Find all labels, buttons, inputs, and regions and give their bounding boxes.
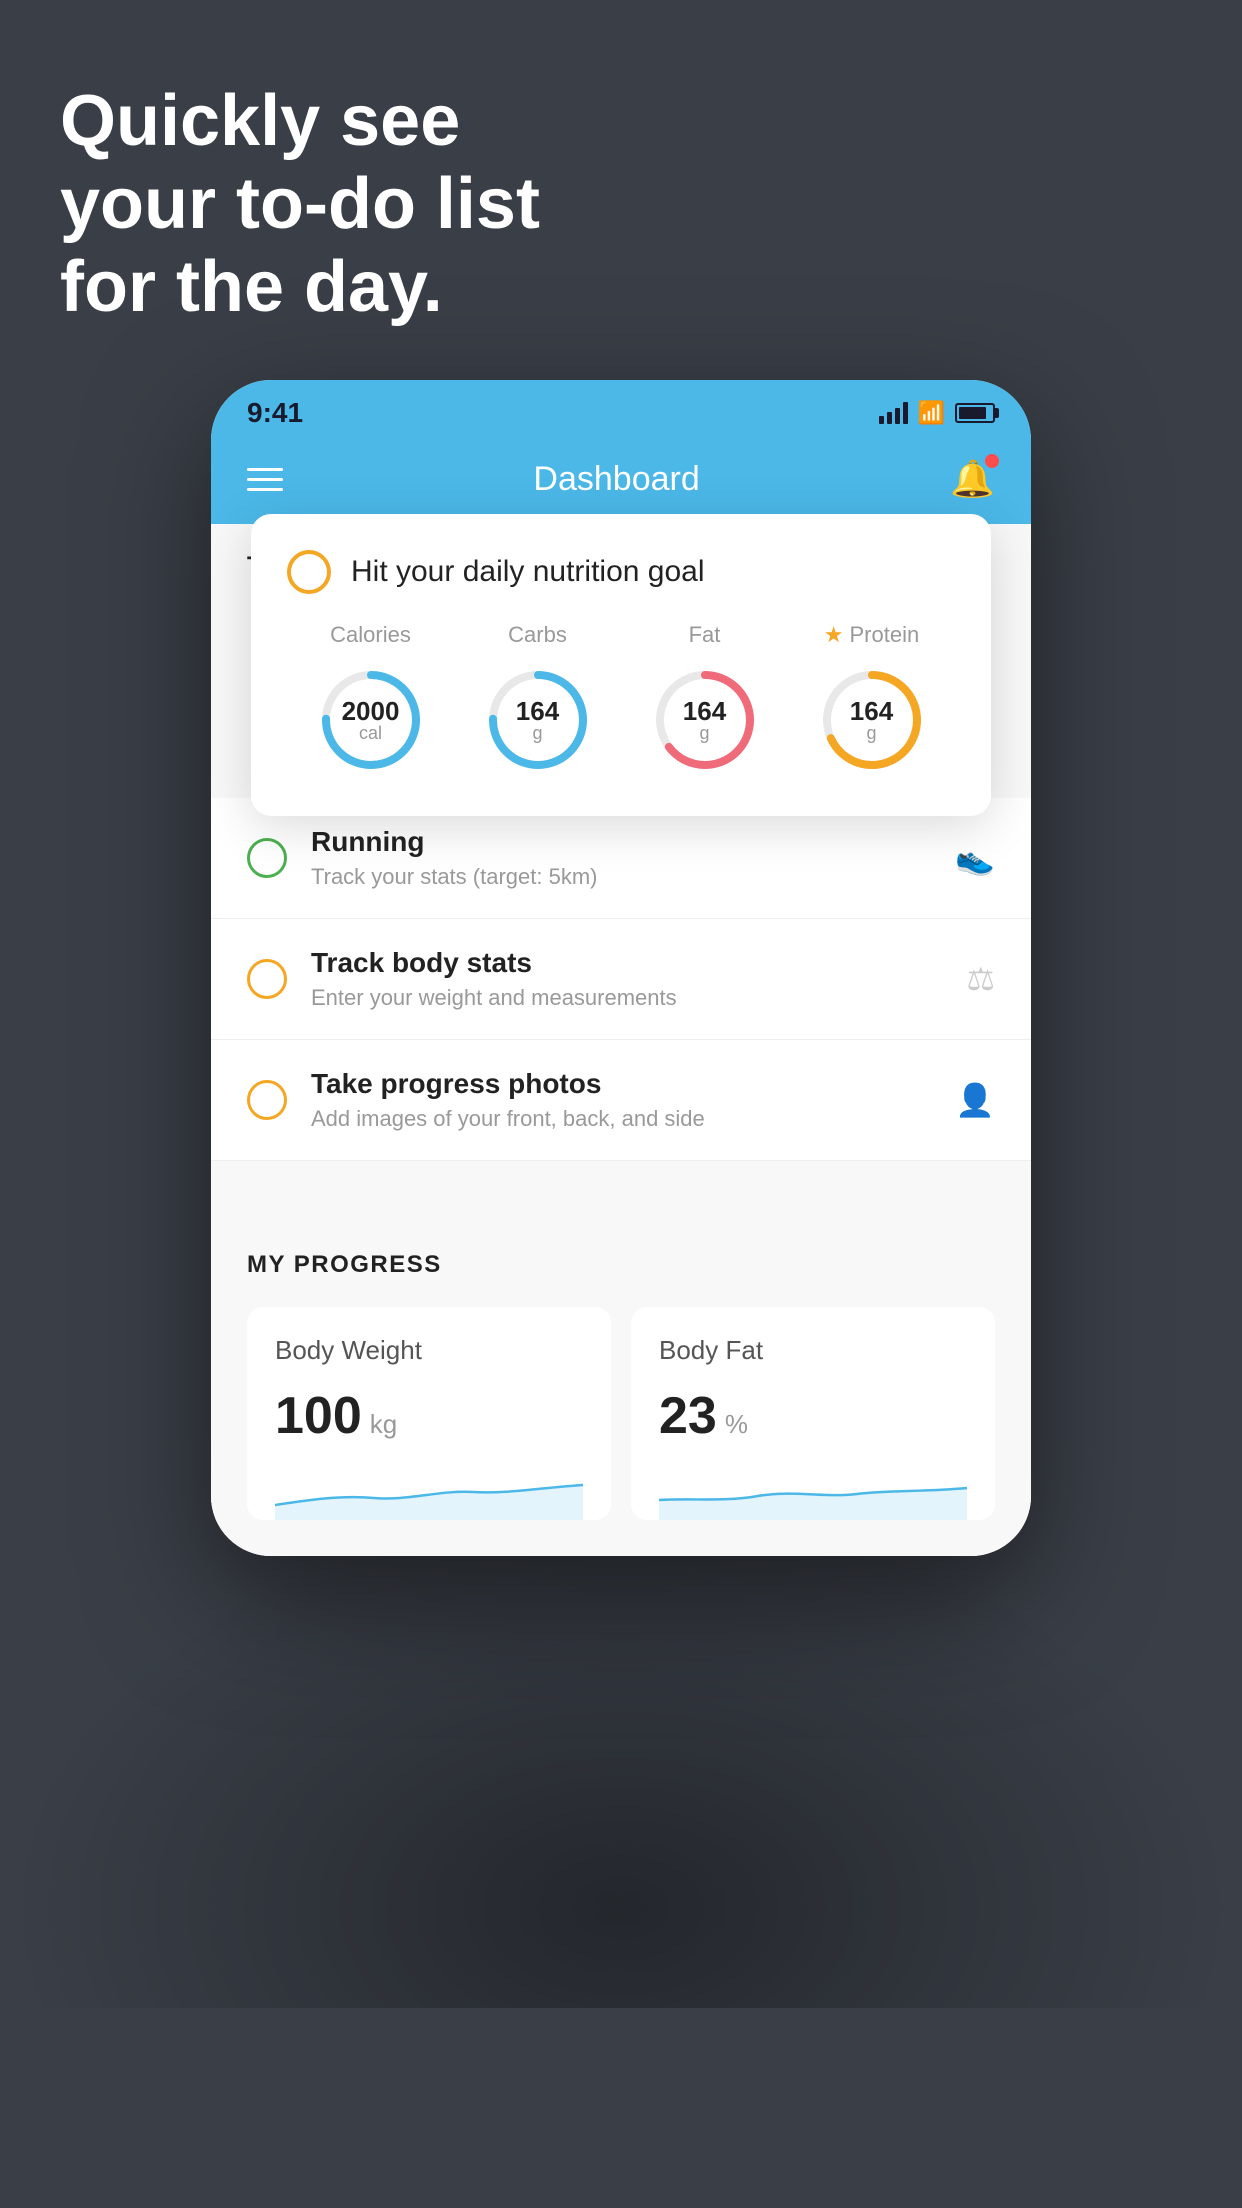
todo-item-running[interactable]: Running Track your stats (target: 5km) 👟 (211, 798, 1031, 919)
body-fat-unit: % (725, 1409, 748, 1440)
nutrition-card: Hit your daily nutrition goal Calories 2… (251, 514, 991, 816)
app-title: Dashboard (533, 460, 699, 499)
carbs-value: 164 (516, 698, 559, 724)
body-weight-chart (275, 1470, 583, 1520)
protein-value: 164 (850, 698, 893, 724)
body-weight-value: 100 (275, 1386, 362, 1446)
progress-title: MY PROGRESS (247, 1251, 995, 1279)
carbs-label: Carbs (508, 622, 567, 648)
todo-list: Running Track your stats (target: 5km) 👟… (211, 798, 1031, 1161)
nutrition-card-title: Hit your daily nutrition goal (351, 555, 705, 589)
hero-line2: your to-do list (60, 163, 540, 246)
body-weight-unit: kg (370, 1409, 397, 1440)
fat-circle: 164 g (645, 660, 765, 780)
hero-text: Quickly see your to-do list for the day. (60, 80, 540, 328)
body-fat-card[interactable]: Body Fat 23 % (631, 1307, 995, 1520)
nutrition-card-header: Hit your daily nutrition goal (287, 550, 955, 594)
fat-value: 164 (683, 698, 726, 724)
body-stats-text: Track body stats Enter your weight and m… (311, 947, 942, 1011)
signal-icon (879, 402, 908, 424)
calories-label: Calories (330, 622, 411, 648)
running-title: Running (311, 826, 931, 858)
running-check-circle (247, 838, 287, 878)
carbs-item: Carbs 164 g (478, 622, 598, 780)
carbs-unit: g (516, 724, 559, 742)
notification-button[interactable]: 🔔 (950, 458, 995, 500)
progress-cards: Body Weight 100 kg (247, 1307, 995, 1520)
body-weight-value-row: 100 kg (275, 1386, 583, 1446)
protein-unit: g (850, 724, 893, 742)
protein-label-row: ★ Protein (824, 622, 919, 648)
status-icons: 📶 (879, 400, 995, 426)
status-bar: 9:41 📶 (211, 380, 1031, 440)
nutrition-check-circle[interactable] (287, 550, 331, 594)
body-weight-card[interactable]: Body Weight 100 kg (247, 1307, 611, 1520)
phone-mockup: 9:41 📶 Dashboard 🔔 (211, 380, 1031, 1556)
menu-button[interactable] (247, 468, 283, 491)
todo-item-body-stats[interactable]: Track body stats Enter your weight and m… (211, 919, 1031, 1040)
body-fat-chart (659, 1470, 967, 1520)
photos-subtitle: Add images of your front, back, and side (311, 1106, 931, 1132)
progress-section: MY PROGRESS Body Weight 100 kg (211, 1211, 1031, 1556)
hero-line3: for the day. (60, 246, 540, 329)
fat-label: Fat (689, 622, 721, 648)
star-icon: ★ (824, 622, 844, 648)
running-subtitle: Track your stats (target: 5km) (311, 864, 931, 890)
running-text: Running Track your stats (target: 5km) (311, 826, 931, 890)
body-fat-value: 23 (659, 1386, 717, 1446)
body-stats-title: Track body stats (311, 947, 942, 979)
body-fat-value-row: 23 % (659, 1386, 967, 1446)
app-bar: Dashboard 🔔 (211, 440, 1031, 524)
status-time: 9:41 (247, 397, 303, 429)
fat-unit: g (683, 724, 726, 742)
wifi-icon: 📶 (918, 400, 945, 426)
body-fat-card-title: Body Fat (659, 1335, 967, 1366)
hero-line1: Quickly see (60, 80, 540, 163)
running-shoe-icon: 👟 (955, 839, 995, 877)
calories-item: Calories 2000 cal (311, 622, 431, 780)
body-stats-subtitle: Enter your weight and measurements (311, 985, 942, 1011)
fat-item: Fat 164 g (645, 622, 765, 780)
protein-item: ★ Protein 164 g (812, 622, 932, 780)
scale-icon: ⚖ (966, 960, 995, 998)
calories-unit: cal (342, 724, 400, 742)
calories-value: 2000 (342, 698, 400, 724)
calories-circle: 2000 cal (311, 660, 431, 780)
photos-title: Take progress photos (311, 1068, 931, 1100)
protein-label: Protein (850, 622, 920, 648)
battery-icon (955, 403, 995, 423)
todo-item-photos[interactable]: Take progress photos Add images of your … (211, 1040, 1031, 1161)
carbs-circle: 164 g (478, 660, 598, 780)
photos-text: Take progress photos Add images of your … (311, 1068, 931, 1132)
protein-circle: 164 g (812, 660, 932, 780)
notification-badge (985, 454, 999, 468)
content-area: THINGS TO DO TODAY Hit your daily nutrit… (211, 524, 1031, 1556)
person-photo-icon: 👤 (955, 1081, 995, 1119)
body-stats-check-circle (247, 959, 287, 999)
body-weight-card-title: Body Weight (275, 1335, 583, 1366)
photos-check-circle (247, 1080, 287, 1120)
nutrition-grid: Calories 2000 cal Carbs (287, 622, 955, 780)
